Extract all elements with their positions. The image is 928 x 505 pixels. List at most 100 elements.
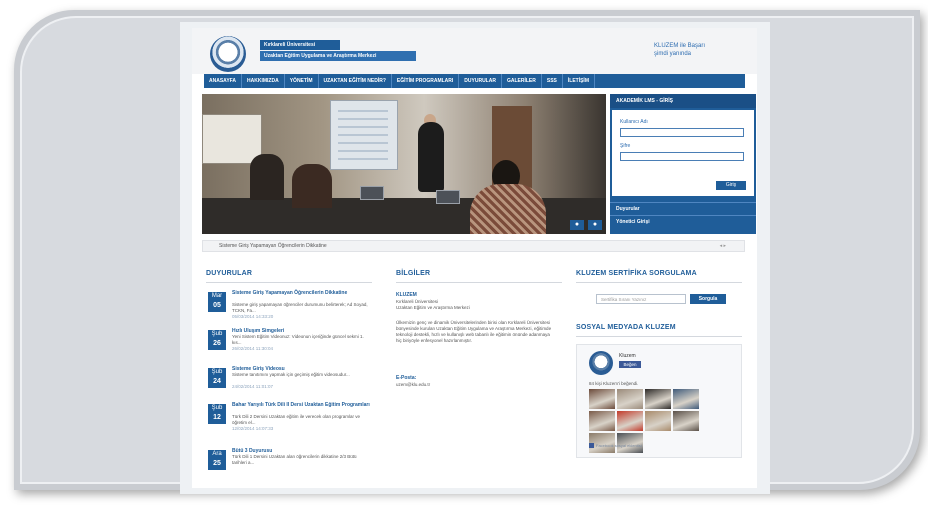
nav-item[interactable]: İLETİŞİM [563, 74, 595, 88]
nav-item[interactable]: ANASAYFA [204, 74, 243, 88]
main-navigation: ANASAYFA HAKKIMIZDA YÖNETİM UZAKTAN EĞİTİM … [204, 74, 745, 88]
certificate-title: KLUZEM SERTİFİKA SORGULAMA [576, 270, 697, 277]
slider-photo-student [250, 154, 284, 200]
nav-item[interactable]: HAKKIMIZDA [242, 74, 285, 88]
date-day: 26 [213, 340, 221, 347]
nav-item[interactable]: YÖNETİM [285, 74, 319, 88]
email-heading: E-Posta: [396, 375, 417, 381]
certificate-search-input[interactable]: Sertifika Sıranı Yazınız [596, 294, 686, 304]
date-day: 24 [213, 378, 221, 385]
announcement-item[interactable]: Şub 26 Hızlı Uluşım Simgeleri Yeni Sistem E… [208, 328, 373, 364]
date-month: Şub [211, 331, 223, 337]
announcement-title[interactable]: Bahar Yarıyılı Türk Dili II Dersi Uzakta… [232, 402, 372, 408]
announcement-time: 26/02/2014 11:30:04 [232, 346, 273, 351]
date-day: 05 [213, 302, 221, 309]
certificate-search-button[interactable]: Sorgula [690, 294, 726, 304]
login-button[interactable]: Giriş [716, 181, 746, 190]
slider-photo-student [292, 164, 332, 208]
info-org-heading: KLUZEM [396, 292, 417, 298]
fan-avatar[interactable] [673, 411, 699, 431]
date-badge: Şub 12 [208, 404, 226, 424]
announcement-item[interactable]: Ara 25 Bütü 3 Duyurusu Türk Dili 1 Dersini … [208, 448, 373, 484]
facebook-like-button[interactable]: Beğen [619, 361, 641, 368]
info-org-text: Kırklareli Üniversitesi Uzaktan Eğitim v… [396, 299, 470, 310]
slider-photo-laptop [360, 186, 384, 200]
divider [396, 282, 562, 283]
announcement-text: Yeni Sistem Eğitim Videonuz: Videonun iç… [232, 334, 364, 345]
username-label: Kullanıcı Adı [620, 119, 648, 125]
date-badge: Şub 26 [208, 330, 226, 350]
fan-avatar[interactable] [617, 411, 643, 431]
fan-avatar[interactable] [645, 389, 671, 409]
announcement-title[interactable]: Sisteme Giriş Yapamayan Öğrencilerin Dik… [232, 290, 372, 296]
slider-photo-laptop [436, 190, 460, 204]
website: Kırklareli Üniversitesi Uzaktan Eğitim U… [192, 28, 757, 488]
social-title: SOSYAL MEDYADA KLUZEM [576, 324, 676, 331]
fan-avatar[interactable] [589, 389, 615, 409]
announcement-text: Türk Dili 1 Dersini Uzaktan alan öğrenci… [232, 454, 357, 465]
username-input[interactable] [620, 128, 744, 137]
facebook-widget: Kluzem Beğen 84 kişi Kluzem'i beğendi. F… [576, 344, 742, 458]
nav-item[interactable]: SSS [542, 74, 563, 88]
facebook-icon [589, 443, 594, 449]
divider [576, 282, 742, 283]
slider-view-icon[interactable]: ● [570, 220, 584, 230]
nav-item[interactable]: GALERİLER [502, 74, 542, 88]
login-panel: AKADEMİK LMS - GİRİŞ Kullanıcı Adı Şifre… [610, 94, 756, 234]
slider-view-icon[interactable]: ● [588, 220, 602, 230]
facebook-plugin-text: Facebook sosyal eklentisi [596, 443, 642, 448]
fan-avatar[interactable] [617, 389, 643, 409]
facebook-plugin-note: Facebook sosyal eklentisi [589, 443, 642, 449]
date-badge: Şub 24 [208, 368, 226, 388]
date-month: Mar [211, 293, 223, 299]
announcement-text: Sisteme giriş yapamayan öğrenciler durum… [232, 302, 368, 313]
announcements-link[interactable]: Duyurular [610, 202, 756, 215]
announcements-title: DUYURULAR [206, 270, 253, 277]
date-month: Şub [211, 405, 223, 411]
slider-photo-screen-content [338, 110, 388, 160]
announcement-item[interactable]: Şub 24 Sisteme Giriş Videosu Sisteme tanıtı… [208, 366, 373, 402]
email-link[interactable]: uzem@klu.edu.tr [396, 382, 556, 388]
date-month: Şub [211, 369, 223, 375]
admin-login-link[interactable]: Yönetici Girişi [610, 215, 756, 228]
ticker-controls[interactable]: ◂ ▸ [720, 241, 726, 252]
date-badge: Mar 05 [208, 292, 226, 312]
nav-item[interactable]: DUYURULAR [459, 74, 502, 88]
fan-avatar[interactable] [673, 389, 699, 409]
facebook-like-count: 84 kişi Kluzem'i beğendi. [589, 381, 639, 386]
university-logo-icon[interactable] [210, 36, 246, 72]
slider-photo-whiteboard [202, 114, 262, 164]
login-form: Kullanıcı Adı Şifre Giriş [612, 110, 754, 196]
announcement-time: 05/03/2014 14:33:20 [232, 314, 274, 319]
nav-item[interactable]: EĞİTİM PROGRAMLARI [392, 74, 460, 88]
announcement-time: 24/02/2014 11:01:07 [232, 384, 273, 389]
date-day: 25 [213, 460, 221, 467]
site-header: Kırklareli Üniversitesi Uzaktan Eğitim U… [192, 28, 757, 74]
login-title: AKADEMİK LMS - GİRİŞ [610, 94, 756, 108]
news-ticker[interactable]: Sisteme Giriş Yapamayan Öğrencilerin Dik… [202, 240, 745, 252]
announcement-text: Sisteme tanıtımını yapmak için geçimiş e… [232, 372, 350, 377]
hero-slider[interactable]: ● ● [202, 94, 606, 234]
announcement-time: 12/02/2014 14:07:33 [232, 426, 274, 431]
divider [576, 336, 742, 337]
date-badge: Ara 25 [208, 450, 226, 470]
announcement-text: Türk Dili 2 Dersini Uzaktan eğitim ile v… [232, 414, 361, 425]
university-name: Kırklareli Üniversitesi [260, 40, 340, 50]
announcement-item[interactable]: Mar 05 Sisteme Giriş Yapamayan Öğrencileri… [208, 290, 373, 326]
facebook-page-name[interactable]: Kluzem [619, 353, 636, 359]
announcement-item[interactable]: Şub 12 Bahar Yarıyılı Türk Dili II Dersi U… [208, 402, 373, 438]
password-label: Şifre [620, 143, 631, 149]
kluzem-avatar-icon[interactable] [589, 351, 613, 375]
ticker-text[interactable]: Sisteme Giriş Yapamayan Öğrencilerin Dik… [219, 241, 327, 252]
center-name: Uzaktan Eğitim Uygulama ve Araştırma Mer… [260, 51, 416, 61]
info-title: BİLGİLER [396, 270, 431, 277]
header-slogan-link[interactable]: KLUZEM ile Başarı şimdi yanında [654, 42, 754, 58]
slider-photo-student [470, 184, 546, 234]
date-day: 12 [213, 414, 221, 421]
nav-item[interactable]: UZAKTAN EĞİTİM NEDİR? [319, 74, 392, 88]
info-body-text: Ülkemizin genç ve dinamik Üniversiteleri… [396, 320, 552, 343]
divider [206, 282, 372, 283]
fan-avatar[interactable] [589, 411, 615, 431]
password-input[interactable] [620, 152, 744, 161]
fan-avatar[interactable] [645, 411, 671, 431]
